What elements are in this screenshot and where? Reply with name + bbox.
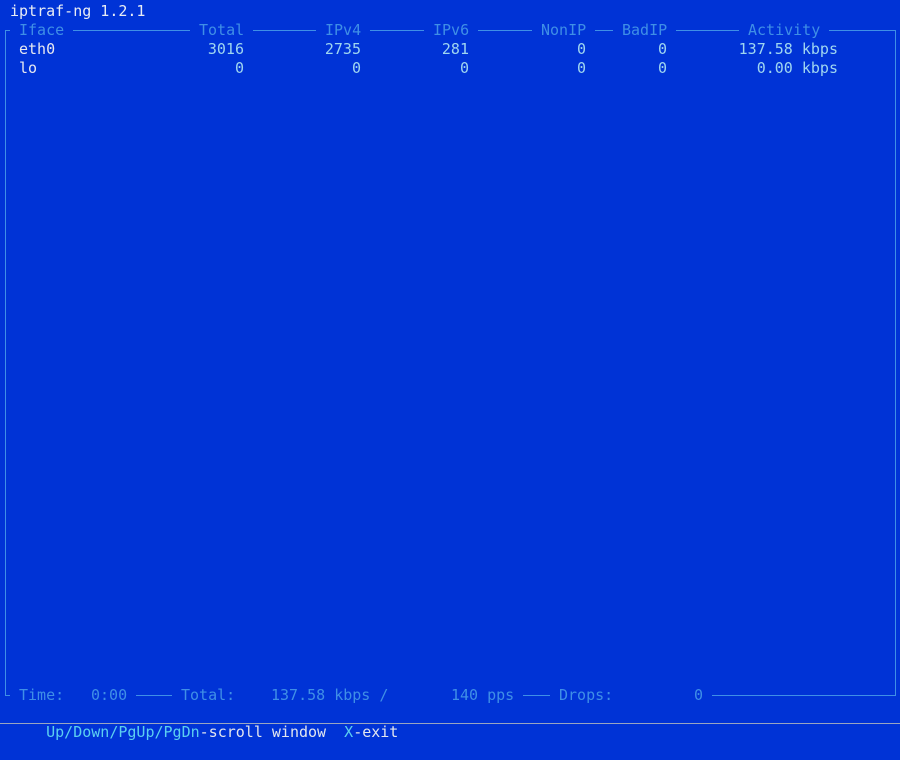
iface-name: lo — [19, 59, 38, 77]
time-value: 0:00 — [64, 686, 137, 705]
badip-count: 0 — [657, 59, 667, 77]
frame-left-border — [5, 30, 6, 696]
total-count: 0 — [234, 59, 244, 77]
key-exit[interactable]: X — [344, 723, 353, 741]
app-title: iptraf-ng 1.2.1 — [10, 2, 146, 20]
key-exit-desc: -exit — [353, 723, 399, 741]
key-help-bar: Up/Down/PgUp/PgDn-scroll window X-exit — [10, 705, 398, 741]
column-header-total: Total — [190, 21, 254, 40]
total-rate: 137.58 kbps / — [235, 686, 398, 705]
activity-rate: 0.00 kbps — [756, 59, 838, 77]
column-header-ipv4: IPv4 — [316, 21, 371, 40]
iface-name: eth0 — [19, 40, 56, 58]
key-scroll-desc: -scroll window — [199, 723, 327, 741]
table-row[interactable]: lo 0 0 0 0 0 0.00 kbps — [1, 59, 891, 78]
column-header-ipv6: IPv6 — [424, 21, 479, 40]
terminal-window: iptraf-ng 1.2.1 Iface Total IPv4 IPv6 No… — [1, 2, 900, 741]
total-count: 3016 — [207, 40, 244, 58]
ipv4-count: 2735 — [324, 40, 361, 58]
ipv6-count: 281 — [441, 40, 469, 58]
key-separator — [326, 723, 344, 741]
badip-count: 0 — [657, 40, 667, 58]
column-header-iface: Iface — [10, 21, 74, 40]
total-label: Total: — [172, 686, 245, 705]
nonip-count: 0 — [576, 59, 586, 77]
table-row[interactable]: eth0 3016 2735 281 0 0 137.58 kbps — [1, 40, 891, 59]
ipv4-count: 0 — [351, 59, 361, 77]
activity-rate: 137.58 kbps — [738, 40, 838, 58]
column-header-badip: BadIP — [613, 21, 677, 40]
frame-right-border — [895, 30, 896, 696]
nonip-count: 0 — [576, 40, 586, 58]
column-header-nonip: NonIP — [532, 21, 596, 40]
key-scroll[interactable]: Up/Down/PgUp/PgDn — [46, 723, 200, 741]
column-header-activity: Activity — [739, 21, 830, 40]
drops-label: Drops: — [550, 686, 623, 705]
total-pps: 140 pps — [388, 686, 524, 705]
drops-value: 0 — [613, 686, 713, 705]
ipv6-count: 0 — [459, 59, 469, 77]
